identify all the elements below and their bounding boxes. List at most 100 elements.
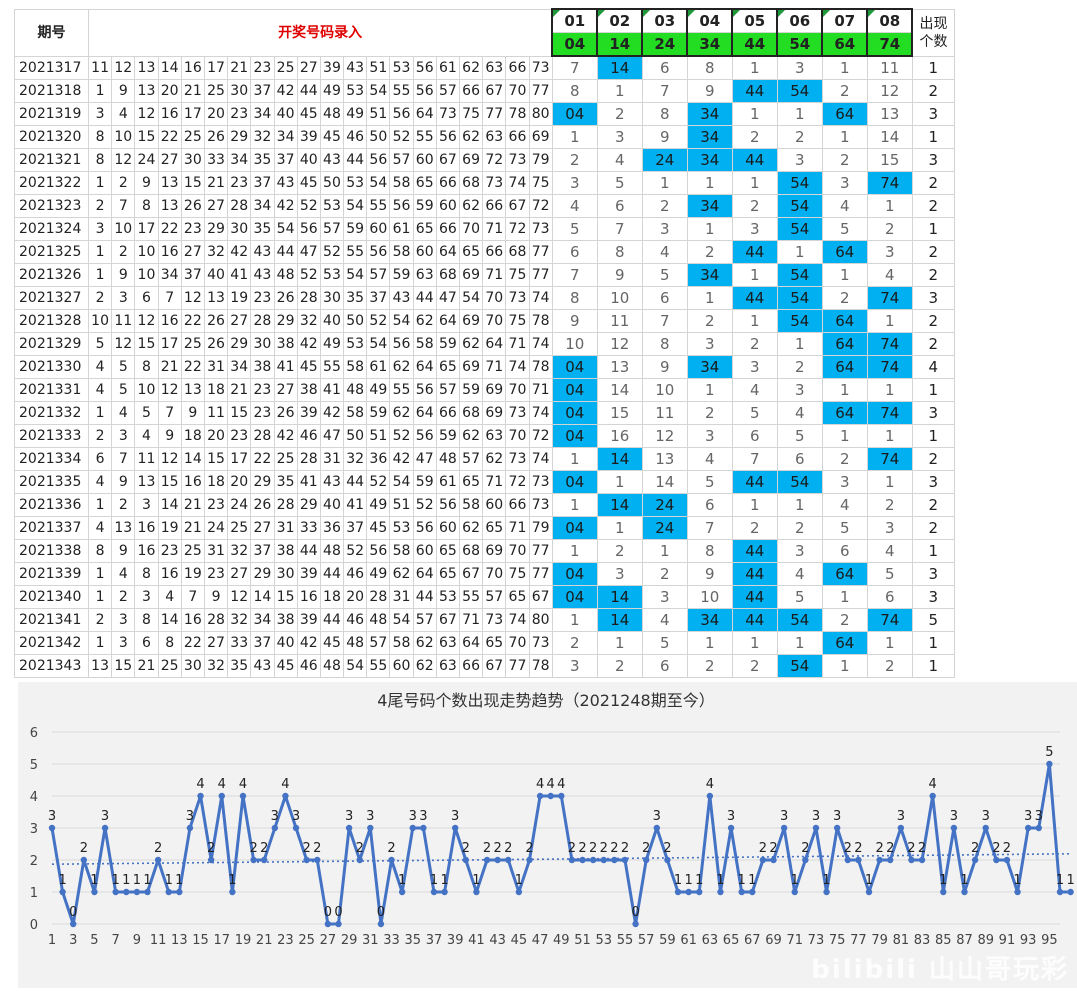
issue-cell: 2021325: [14, 240, 89, 264]
x-tick-label: 25: [298, 933, 315, 948]
data-point: [791, 888, 798, 896]
data-point: [250, 856, 257, 864]
data-point: [526, 856, 533, 864]
data-point: [101, 824, 109, 832]
number-cell: 73: [528, 493, 553, 517]
x-tick-label: 63: [702, 933, 719, 948]
number-cell: 14: [157, 608, 182, 632]
data-point: [547, 792, 554, 800]
data-label: 2: [589, 841, 597, 856]
number-cell: 68: [458, 171, 484, 195]
number-cell: 13: [134, 55, 159, 80]
data-label: 3: [950, 809, 958, 824]
number-cell: 9: [111, 263, 136, 287]
number-cell: 65: [482, 516, 507, 540]
data-label: 3: [345, 809, 353, 824]
data-point: [664, 856, 671, 864]
number-cell: 20: [203, 424, 229, 448]
number-cell: 43: [319, 148, 345, 172]
data-label: 4: [557, 777, 565, 792]
number-cell: 63: [412, 263, 437, 287]
miss-cell: 3: [551, 654, 598, 678]
number-cell: 70: [458, 217, 484, 241]
data-point: [558, 792, 565, 800]
number-cell: 3: [111, 631, 136, 655]
data-label: 2: [249, 841, 257, 856]
miss-cell: 2: [686, 309, 733, 333]
column-header-01: 01: [551, 8, 599, 33]
table-row: 2021322 1 2 9 13 15 21 23 37 43 45 50 53 54 58 65 66 68 73…: [14, 171, 955, 195]
miss-cell: 7: [596, 217, 643, 241]
data-label: 2: [759, 841, 767, 856]
x-tick-label: 9: [133, 933, 141, 948]
number-cell: 19: [157, 516, 182, 540]
number-cell: 8: [87, 148, 113, 172]
number-cell: 20: [343, 585, 368, 609]
miss-cell: 2: [686, 240, 733, 264]
count-cell: 3: [911, 562, 955, 586]
number-cell: 58: [389, 240, 414, 264]
miss-cell: 2: [821, 286, 868, 310]
miss-cell: 14: [866, 125, 913, 149]
number-cell: 62: [458, 55, 484, 80]
hit-cell: 54: [776, 654, 823, 678]
number-cell: 25: [227, 516, 252, 540]
number-cell: 3: [87, 217, 113, 241]
number-cell: 55: [366, 654, 391, 678]
number-cell: 32: [250, 125, 275, 149]
number-cell: 64: [412, 562, 437, 586]
number-cell: 60: [366, 217, 391, 241]
issue-cell: 2021320: [14, 125, 89, 149]
miss-cell: 2: [641, 194, 688, 218]
number-cell: 55: [389, 79, 414, 103]
number-cell: 20: [203, 102, 229, 126]
miss-cell: 15: [596, 401, 643, 425]
issue-cell: 2021332: [14, 401, 89, 425]
number-cell: 23: [250, 55, 275, 80]
miss-cell: 1: [866, 470, 913, 494]
corner-marker: [599, 10, 606, 17]
x-tick-label: 1: [48, 933, 56, 948]
number-cell: 59: [412, 194, 437, 218]
miss-cell: 2: [596, 654, 643, 678]
number-cell: 54: [366, 171, 391, 195]
number-cell: 40: [203, 263, 229, 287]
number-cell: 16: [180, 470, 205, 494]
data-label: 2: [1003, 841, 1011, 856]
miss-cell: 4: [776, 562, 823, 586]
number-cell: 33: [203, 148, 229, 172]
hit-cell: 24: [641, 516, 688, 540]
number-cell: 3: [111, 286, 136, 310]
miss-cell: 9: [686, 562, 733, 586]
number-cell: 56: [366, 148, 391, 172]
data-point: [876, 856, 883, 864]
number-cell: 13: [203, 286, 229, 310]
number-cell: 69: [482, 378, 507, 402]
x-tick-label: 91: [999, 933, 1016, 948]
hit-cell: 14: [596, 608, 643, 632]
number-cell: 64: [412, 401, 437, 425]
number-cell: 23: [227, 171, 252, 195]
number-cell: 64: [435, 240, 461, 264]
issue-cell: 2021319: [14, 102, 89, 126]
data-point: [452, 824, 459, 832]
number-cell: 2: [87, 424, 113, 448]
number-cell: 73: [435, 102, 461, 126]
miss-cell: 6: [866, 585, 913, 609]
number-cell: 42: [273, 79, 298, 103]
y-tick-label: 6: [30, 726, 38, 741]
header-row: 期号 开奖号码录入 01 02 03 04 05 06 07 08 出现个数: [14, 8, 955, 57]
number-cell: 64: [482, 332, 507, 356]
data-point: [812, 824, 820, 832]
miss-cell: 4: [821, 493, 868, 517]
miss-cell: 8: [641, 332, 688, 356]
number-cell: 48: [319, 102, 345, 126]
x-tick-label: 33: [383, 933, 400, 948]
x-tick-label: 61: [680, 933, 697, 948]
miss-cell: 3: [776, 55, 823, 80]
draw-table: 期号 开奖号码录入 01 02 03 04 05 06 07 08 出现个数 04 14 24 34 44 54…: [14, 8, 955, 678]
number-cell: 15: [157, 470, 182, 494]
number-cell: 16: [134, 516, 159, 540]
miss-cell: 6: [731, 424, 778, 448]
number-cell: 54: [366, 332, 391, 356]
